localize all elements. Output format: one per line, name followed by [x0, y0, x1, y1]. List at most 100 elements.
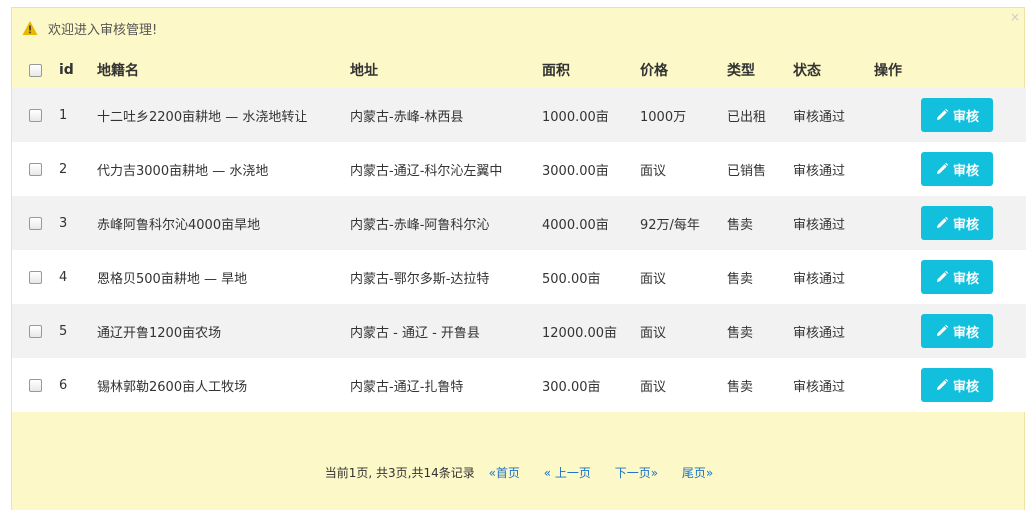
cell-action: 审核 [921, 358, 1026, 412]
cell-type: 已销售 [727, 142, 793, 196]
cell-price: 面议 [640, 142, 727, 196]
cell-price: 92万/每年 [640, 196, 727, 250]
first-page-link[interactable]: «首页 [489, 466, 520, 480]
cell-action: 审核 [921, 88, 1026, 142]
cell-price: 面议 [640, 304, 727, 358]
cell-area: 500.00亩 [542, 250, 640, 304]
row-select-cell [12, 250, 59, 304]
cell-price: 面议 [640, 250, 727, 304]
row-checkbox[interactable] [29, 162, 42, 176]
review-button-label: 审核 [952, 163, 979, 179]
review-button[interactable]: 审核 [921, 314, 993, 348]
cell-id: 5 [59, 304, 97, 358]
last-page-link[interactable]: 尾页» [682, 466, 713, 480]
review-button-label: 审核 [952, 217, 979, 233]
cell-action: 审核 [921, 250, 1026, 304]
row-checkbox[interactable] [29, 270, 42, 284]
row-checkbox[interactable] [29, 216, 42, 230]
column-header-price: 价格 [640, 63, 668, 79]
pagination-info: 当前1页, 共3页,共14条记录 [324, 466, 475, 480]
cell-price: 1000万 [640, 88, 727, 142]
row-checkbox[interactable] [29, 324, 42, 338]
review-button[interactable]: 审核 [921, 98, 993, 132]
review-button[interactable]: 审核 [921, 206, 993, 240]
review-button[interactable]: 审核 [921, 368, 993, 402]
cell-action-spacer [874, 196, 921, 250]
review-button[interactable]: 审核 [921, 260, 993, 294]
review-button-label: 审核 [952, 325, 979, 341]
cell-area: 1000.00亩 [542, 88, 640, 142]
cell-area: 300.00亩 [542, 358, 640, 412]
table-row: 1 十二吐乡2200亩耕地 — 水浇地转让 内蒙古-赤峰-林西县 1000.00亩 10… [12, 88, 1026, 142]
table-body: 1 十二吐乡2200亩耕地 — 水浇地转让 内蒙古-赤峰-林西县 1000.00亩 10… [12, 88, 1026, 412]
cell-type: 已出租 [727, 88, 793, 142]
cell-status: 审核通过 [793, 304, 874, 358]
next-page-link[interactable]: 下一页» [615, 466, 658, 480]
column-header-address: 地址 [350, 63, 378, 79]
row-select-cell [12, 304, 59, 358]
cell-name: 代力吉3000亩耕地 — 水浇地 [97, 142, 350, 196]
cell-type: 售卖 [727, 358, 793, 412]
cell-action-spacer [874, 88, 921, 142]
alert-message: 欢迎进入审核管理! [22, 18, 157, 38]
cell-type: 售卖 [727, 304, 793, 358]
prev-page-link[interactable]: « 上一页 [544, 466, 591, 480]
column-header-action: 操作 [874, 63, 902, 79]
table-row: 2 代力吉3000亩耕地 — 水浇地 内蒙古-通辽-科尔沁左翼中 3000.00亩 面议… [12, 142, 1026, 196]
table-row: 4 恩格贝500亩耕地 — 旱地 内蒙古-鄂尔多斯-达拉特 500.00亩 面议 售卖 审核… [12, 250, 1026, 304]
pencil-icon [936, 216, 949, 228]
table-row: 6 锡林郭勒2600亩人工牧场 内蒙古-通辽-扎鲁特 300.00亩 面议 售卖 审核通过 审… [12, 358, 1026, 412]
row-select-cell [12, 358, 59, 412]
table-row: 5 通辽开鲁1200亩农场 内蒙古 - 通辽 - 开鲁县 12000.00亩 面议 售卖审… [12, 304, 1026, 358]
column-header-name: 地籍名 [97, 63, 139, 79]
pagination: 当前1页, 共3页,共14条记录 «首页 « 上一页 下一页» 尾页» [12, 464, 1026, 481]
review-button[interactable]: 审核 [921, 152, 993, 186]
pencil-icon [936, 270, 949, 282]
row-select-cell [12, 88, 59, 142]
cell-status: 审核通过 [793, 358, 874, 412]
cell-area: 3000.00亩 [542, 142, 640, 196]
row-checkbox[interactable] [29, 108, 42, 122]
cell-status: 审核通过 [793, 142, 874, 196]
cell-action: 审核 [921, 142, 1026, 196]
row-checkbox[interactable] [29, 378, 42, 392]
warning-icon [22, 20, 38, 36]
table-header-row: id 地籍名 地址 面积 价格 类型 状态 操作 [12, 52, 1026, 88]
cell-area: 4000.00亩 [542, 196, 640, 250]
column-header-status: 状态 [793, 63, 821, 79]
select-all-checkbox[interactable] [29, 63, 42, 77]
cell-action: 审核 [921, 196, 1026, 250]
cell-name: 赤峰阿鲁科尔沁4000亩旱地 [97, 196, 350, 250]
review-button-label: 审核 [952, 109, 979, 125]
cell-status: 审核通过 [793, 196, 874, 250]
cell-name: 锡林郭勒2600亩人工牧场 [97, 358, 350, 412]
alert-text: 欢迎进入审核管理! [48, 22, 158, 38]
row-select-cell [12, 142, 59, 196]
table-row: 3 赤峰阿鲁科尔沁4000亩旱地 内蒙古-赤峰-阿鲁科尔沁 4000.00亩 92万/每… [12, 196, 1026, 250]
review-button-label: 审核 [952, 379, 979, 395]
cell-address: 内蒙古-鄂尔多斯-达拉特 [350, 250, 542, 304]
cell-action-spacer [874, 250, 921, 304]
cell-address: 内蒙古-赤峰-阿鲁科尔沁 [350, 196, 542, 250]
pencil-icon [936, 378, 949, 390]
cell-action-spacer [874, 304, 921, 358]
column-header-type: 类型 [727, 63, 755, 79]
cell-type: 售卖 [727, 196, 793, 250]
column-header-spacer [921, 52, 1026, 88]
cell-price: 面议 [640, 358, 727, 412]
cell-name: 恩格贝500亩耕地 — 旱地 [97, 250, 350, 304]
alert-panel: 欢迎进入审核管理! × id 地籍名 地址 面积 价格 类型 状态 操作 1 十二… [11, 7, 1026, 510]
select-all-cell [12, 52, 59, 88]
cell-address: 内蒙古-通辽-扎鲁特 [350, 358, 542, 412]
cell-action-spacer [874, 358, 921, 412]
pencil-icon [936, 162, 949, 174]
cell-id: 2 [59, 142, 97, 196]
pencil-icon [936, 108, 949, 120]
review-button-label: 审核 [952, 271, 979, 287]
cell-type: 售卖 [727, 250, 793, 304]
cell-id: 6 [59, 358, 97, 412]
cell-status: 审核通过 [793, 88, 874, 142]
pencil-icon [936, 324, 949, 336]
close-icon[interactable]: × [1010, 10, 1020, 24]
cell-id: 3 [59, 196, 97, 250]
